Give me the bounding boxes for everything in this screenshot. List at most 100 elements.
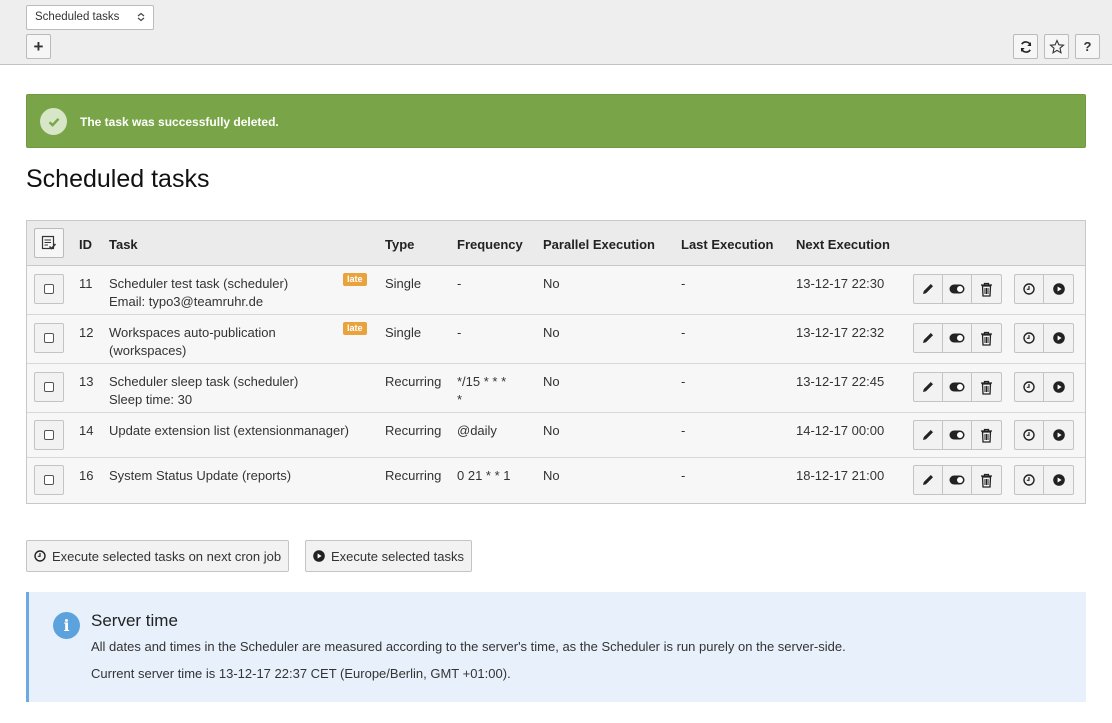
help-button[interactable]: ?	[1075, 34, 1100, 59]
execute-selected-button[interactable]: Execute selected tasks	[305, 540, 472, 572]
task-name[interactable]: Scheduler test task (scheduler) Email: ty…	[109, 275, 288, 311]
row-execute-actions	[1014, 420, 1074, 450]
toggle-on-icon	[949, 430, 965, 440]
doc-header: Scheduled tasks + ?	[0, 0, 1112, 65]
plus-icon: +	[33, 36, 44, 56]
trash-icon	[981, 282, 992, 297]
task-last-execution: -	[681, 325, 686, 340]
delete-button[interactable]	[972, 466, 1001, 494]
execute-on-cron-label: Execute selected tasks on next cron job	[52, 548, 282, 564]
schedule-cron-button[interactable]	[1015, 421, 1044, 449]
refresh-icon	[1020, 40, 1031, 53]
task-frequency: -	[457, 325, 462, 340]
task-last-execution: -	[681, 423, 686, 438]
task-name[interactable]: Scheduler sleep task (scheduler) Sleep ti…	[109, 373, 298, 409]
module-menu-value: Scheduled tasks	[35, 11, 120, 23]
row-checkbox[interactable]	[34, 323, 64, 353]
toggle-all-checkbox[interactable]	[34, 228, 64, 258]
pencil-icon	[923, 284, 933, 294]
schedule-cron-button[interactable]	[1015, 275, 1044, 303]
task-frequency: 0 21 * * 1	[457, 468, 511, 483]
run-now-button[interactable]	[1044, 275, 1073, 303]
play-icon	[1052, 381, 1065, 393]
delete-button[interactable]	[972, 324, 1001, 352]
delete-button[interactable]	[972, 275, 1001, 303]
clock-icon	[34, 550, 46, 562]
task-name[interactable]: Update extension list (extensionmanager)	[109, 422, 349, 440]
row-checkbox[interactable]	[34, 420, 64, 450]
toggle-button[interactable]	[943, 373, 972, 401]
chevron-down-icon	[137, 12, 145, 22]
star-icon	[1048, 38, 1065, 54]
edit-button[interactable]	[914, 421, 943, 449]
column-header-last-execution: Last Execution	[681, 237, 774, 252]
late-badge: late	[343, 322, 367, 335]
task-frequency: */15 * * * *	[457, 374, 507, 407]
task-parallel: No	[543, 276, 560, 291]
column-header-task: Task	[109, 237, 138, 252]
bookmark-button[interactable]	[1044, 34, 1069, 59]
edit-button[interactable]	[914, 373, 943, 401]
row-checkbox[interactable]	[34, 274, 64, 304]
task-type: Single	[385, 276, 422, 291]
schedule-cron-button[interactable]	[1015, 466, 1044, 494]
run-now-button[interactable]	[1044, 421, 1073, 449]
reload-button[interactable]	[1013, 34, 1038, 59]
pencil-icon	[923, 382, 933, 392]
schedule-cron-button[interactable]	[1015, 324, 1044, 352]
callout-title: Server time	[91, 611, 178, 630]
table-row: 16 System Status Update (reports) Recurr…	[27, 458, 1085, 503]
task-parallel: No	[543, 374, 560, 389]
row-actions	[913, 372, 1002, 402]
edit-button[interactable]	[914, 466, 943, 494]
task-name[interactable]: System Status Update (reports)	[109, 467, 291, 485]
run-now-button[interactable]	[1044, 466, 1073, 494]
help-icon: ?	[1083, 39, 1092, 54]
task-next-execution: 13-12-17 22:32	[796, 325, 885, 340]
edit-button[interactable]	[914, 324, 943, 352]
play-icon	[1052, 474, 1065, 486]
task-last-execution: -	[681, 374, 686, 389]
add-task-button[interactable]: +	[26, 34, 51, 59]
callout-description: All dates and times in the Scheduler are…	[91, 639, 846, 654]
select-all-icon	[41, 235, 57, 250]
table-row: 11 Scheduler test task (scheduler) Email:…	[27, 266, 1085, 315]
table-row: 12 Workspaces auto-publication (workspace…	[27, 315, 1085, 364]
task-type: Recurring	[385, 468, 442, 483]
module-menu-select[interactable]: Scheduled tasks	[26, 5, 154, 30]
toggle-button[interactable]	[943, 275, 972, 303]
toggle-on-icon	[949, 382, 965, 392]
task-parallel: No	[543, 423, 560, 438]
task-id: 11	[79, 276, 93, 291]
task-next-execution: 14-12-17 00:00	[796, 423, 885, 438]
delete-button[interactable]	[972, 421, 1001, 449]
row-actions	[913, 420, 1002, 450]
success-alert: The task was successfully deleted.	[26, 94, 1086, 148]
clock-icon	[1023, 332, 1035, 344]
task-id: 14	[79, 423, 94, 438]
task-name[interactable]: Workspaces auto-publication (workspaces)	[109, 324, 276, 360]
row-execute-actions	[1014, 372, 1074, 402]
row-checkbox[interactable]	[34, 372, 64, 402]
row-execute-actions	[1014, 323, 1074, 353]
toggle-button[interactable]	[943, 421, 972, 449]
row-execute-actions	[1014, 465, 1074, 495]
task-id: 13	[79, 374, 94, 389]
execute-on-cron-button[interactable]: Execute selected tasks on next cron job	[26, 540, 290, 572]
task-frequency: -	[457, 276, 462, 291]
schedule-cron-button[interactable]	[1015, 373, 1044, 401]
table-row: 14 Update extension list (extensionmanag…	[27, 413, 1085, 458]
column-header-id: ID	[79, 237, 92, 252]
task-type: Recurring	[385, 374, 442, 389]
run-now-button[interactable]	[1044, 373, 1073, 401]
delete-button[interactable]	[972, 373, 1001, 401]
edit-button[interactable]	[914, 275, 943, 303]
alert-message: The task was successfully deleted.	[80, 115, 279, 129]
execute-selected-label: Execute selected tasks	[331, 548, 464, 564]
run-now-button[interactable]	[1044, 324, 1073, 352]
toggle-button[interactable]	[943, 466, 972, 494]
trash-icon	[981, 380, 992, 395]
toggle-on-icon	[949, 333, 965, 343]
toggle-button[interactable]	[943, 324, 972, 352]
row-checkbox[interactable]	[34, 465, 64, 495]
